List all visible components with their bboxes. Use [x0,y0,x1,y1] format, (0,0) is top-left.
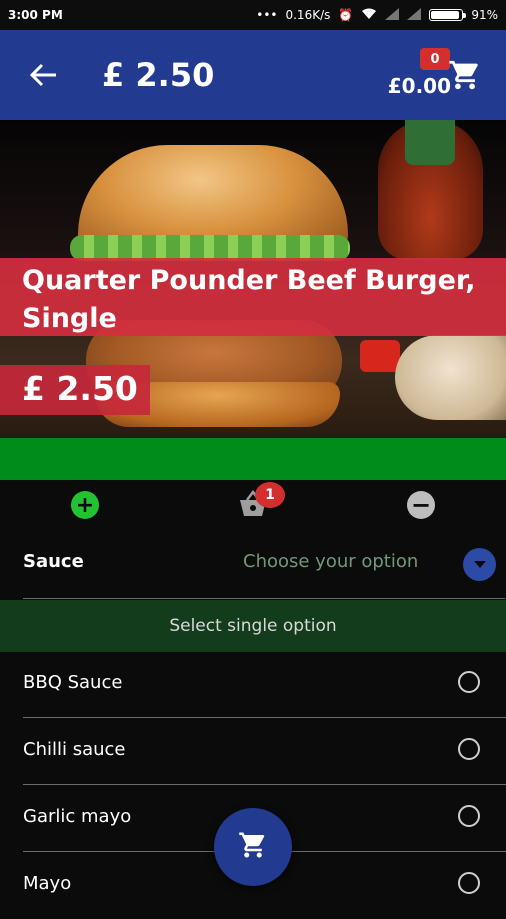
shopping-cart-icon[interactable] [448,58,482,92]
option-hint: Select single option [0,600,506,652]
dip-bowl-image [395,335,506,420]
battery-icon [429,9,467,21]
sauce-option-bbq[interactable]: BBQ Sauce [0,652,506,718]
radio-button[interactable] [458,805,480,827]
remove-quantity-button[interactable]: − [407,491,435,519]
divider [23,598,505,599]
option-label: Mayo [23,873,72,894]
add-to-cart-button[interactable] [214,808,292,886]
item-price: £ 2.50 [22,369,138,408]
tomato-image [360,340,400,372]
radio-button[interactable] [458,738,480,760]
cart-count-badge: 0 [420,48,450,70]
minus-icon: − [410,491,432,519]
radio-button[interactable] [458,671,480,693]
divider [23,717,506,718]
sauce-label: Sauce [23,551,84,572]
signal-2-icon [407,7,422,23]
sauce-option-chilli[interactable]: Chilli sauce [0,719,506,785]
chevron-down-icon[interactable] [463,548,496,581]
add-quantity-button[interactable]: + [71,491,99,519]
signal-icon [385,7,400,23]
sauce-select[interactable]: Choose your option [243,551,418,572]
option-label: Chilli sauce [23,739,126,760]
wifi-icon [361,8,377,23]
battery-level: 91% [471,8,498,22]
radio-button[interactable] [458,872,480,894]
item-image: Quarter Pounder Beef Burger, Single £ 2.… [0,120,506,438]
status-strip [0,438,506,480]
bottle-cap-image [405,120,455,165]
status-time: 3:00 PM [8,8,63,22]
more-dots-icon: ••• [256,8,278,22]
option-label: Garlic mayo [23,806,132,827]
network-speed: 0.16K/s [285,8,331,22]
arrow-left-icon[interactable] [29,63,60,87]
page-title: £ 2.50 [102,56,215,94]
item-name: Quarter Pounder Beef Burger, Single [22,265,476,334]
app-bar: £ 2.50 £0.00 0 [0,30,506,120]
plus-icon: + [75,492,95,518]
shopping-cart-icon [238,830,268,864]
status-bar: 3:00 PM ••• 0.16K/s ⏰ 91% [0,0,506,30]
divider [23,784,506,785]
cart-total[interactable]: £0.00 [388,74,451,98]
alarm-icon: ⏰ [338,8,354,22]
option-label: BBQ Sauce [23,672,123,693]
status-indicators: ••• 0.16K/s ⏰ 91% [256,7,498,23]
quantity-badge: 1 [255,482,285,508]
